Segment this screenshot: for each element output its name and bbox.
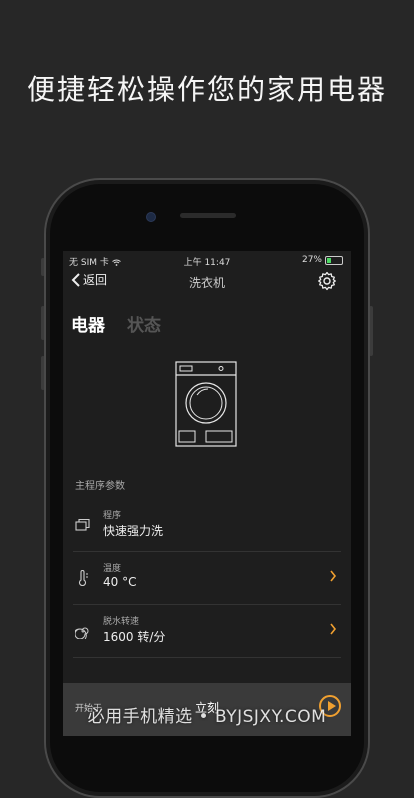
spin-speed-label: 脱水转速 [103, 617, 140, 627]
row-temperature[interactable]: 温度 40 °C [73, 552, 341, 605]
gear-icon [318, 271, 336, 291]
settings-button[interactable] [317, 271, 339, 293]
camera-icon [146, 212, 156, 222]
battery-icon [325, 255, 343, 265]
phone-screen: 无 SIM 卡 上午 11:47 27% 返回 洗衣机 电器 状态 主程序参数 … [63, 251, 351, 736]
program-label: 程序 [103, 511, 122, 521]
program-value: 快速强力洗 [103, 524, 164, 538]
watermark: 必用手机精选 • BYJSJXY.COM [87, 707, 327, 727]
marketing-headline: 便捷轻松操作您的家用电器 [26, 73, 387, 106]
status-bar: 无 SIM 卡 上午 11:47 27% [63, 251, 351, 269]
temperature-label: 温度 [103, 564, 122, 574]
navigation-bar: 返回 洗衣机 [63, 271, 351, 295]
tab-status[interactable]: 状态 [127, 311, 161, 336]
spin-speed-value: 1600 转/分 [103, 630, 166, 644]
tab-bar: 电器 状态 [71, 311, 161, 336]
spin-icon [75, 627, 89, 639]
temperature-value: 40 °C [103, 575, 137, 589]
chevron-right-icon [329, 623, 337, 639]
chevron-right-icon [329, 570, 337, 586]
washing-machine-icon [175, 361, 237, 447]
status-battery: 27% [302, 255, 343, 265]
section-title: 主程序参数 [75, 481, 125, 492]
battery-percent: 27% [301, 255, 322, 265]
row-program[interactable]: 程序 快速强力洗 [73, 499, 341, 552]
speaker-grille [180, 213, 236, 218]
thermometer-icon [78, 570, 88, 586]
program-icon [75, 518, 90, 531]
page-title: 洗衣机 [188, 276, 225, 290]
tab-appliance[interactable]: 电器 [71, 311, 105, 336]
row-spin-speed[interactable]: 脱水转速 1600 转/分 [73, 605, 341, 658]
